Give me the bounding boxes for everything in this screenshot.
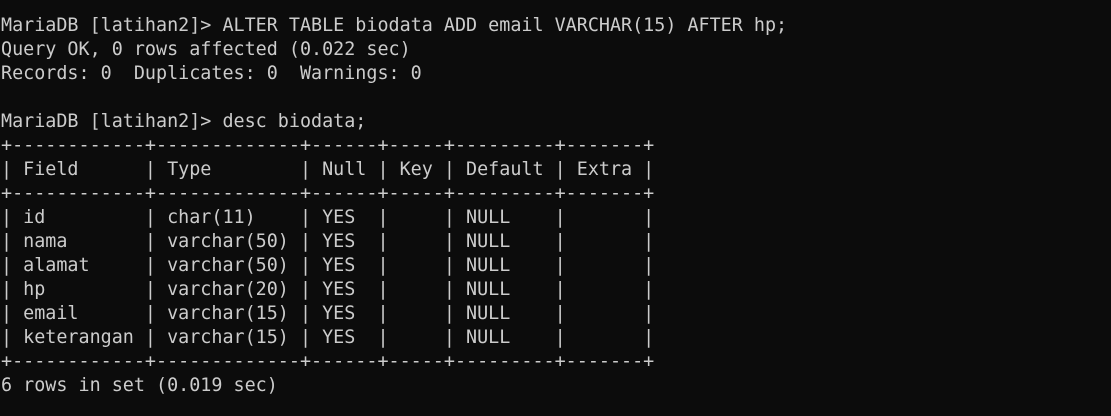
table-border-bottom: +------------+-------------+------+-----…: [1, 351, 655, 372]
table-row: | hp | varchar(20) | YES | | NULL | |: [1, 279, 655, 300]
query-ok-message: Query OK, 0 rows affected (0.022 sec): [1, 39, 411, 60]
command-alter-table: MariaDB [latihan2]> ALTER TABLE biodata …: [1, 15, 788, 36]
table-row: | keterangan | varchar(15) | YES | | NUL…: [1, 327, 655, 348]
table-border-top: +------------+-------------+------+-----…: [1, 135, 655, 156]
table-row: | alamat | varchar(50) | YES | | NULL | …: [1, 255, 655, 276]
table-row: | email | varchar(15) | YES | | NULL | |: [1, 303, 655, 324]
records-summary: Records: 0 Duplicates: 0 Warnings: 0: [1, 63, 422, 84]
table-header-row: | Field | Type | Null | Key | Default | …: [1, 159, 655, 180]
rows-in-set-summary: 6 rows in set (0.019 sec): [1, 375, 278, 396]
table-header-separator: +------------+-------------+------+-----…: [1, 183, 655, 204]
terminal-output[interactable]: MariaDB [latihan2]> ALTER TABLE biodata …: [0, 0, 1111, 416]
table-row: | nama | varchar(50) | YES | | NULL | |: [1, 231, 655, 252]
table-row: | id | char(11) | YES | | NULL | |: [1, 207, 655, 228]
command-desc-table: MariaDB [latihan2]> desc biodata;: [1, 111, 367, 132]
